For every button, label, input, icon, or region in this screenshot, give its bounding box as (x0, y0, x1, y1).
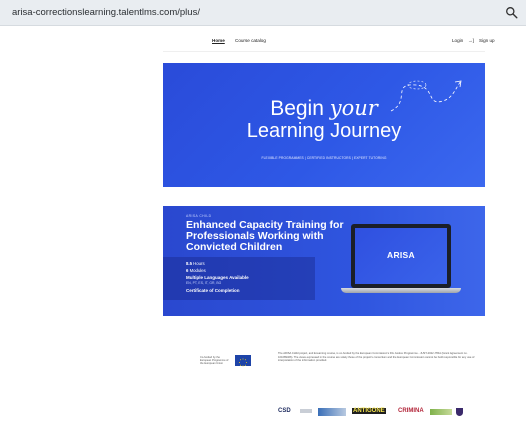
partner-antigone-logo: ANTIGONE (352, 408, 386, 414)
hero-tagline: FLEXIBLE PROGRAMMES | CERTIFIED INSTRUCT… (261, 156, 387, 160)
partner-crest-logo (456, 408, 463, 416)
course-card[interactable]: ARISA CHILD Enhanced Capacity Training f… (163, 206, 485, 316)
funding-disclaimer: The ARISA CHild project, and E-learning … (278, 352, 475, 363)
hero-banner[interactable]: Begin your Learning Journey FLEXIBLE PRO… (163, 63, 485, 187)
partner-crimina-logo: CRIMINA (398, 408, 424, 414)
course-hours: 8.5 Hours (186, 261, 205, 266)
nav-divider (163, 51, 485, 52)
login-icon[interactable]: →] (468, 38, 474, 43)
magnifier-icon[interactable] (505, 6, 518, 19)
arisa-logo: ARISA (387, 250, 415, 260)
browser-address-bar[interactable]: arisa-correctionslearning.talentlms.com/… (0, 0, 526, 26)
eu-cofunded-text: Co-funded by the European Programme of t… (200, 356, 229, 365)
hero-heading-line2: Learning Journey (246, 120, 402, 142)
partner-csd-logo: CSD (278, 408, 291, 414)
nav-signup-link[interactable]: Sign up (479, 38, 495, 43)
top-navigation: Home Course catalog Login →] Sign up (0, 32, 526, 50)
partner-logo-placeholder (300, 409, 312, 413)
course-title: Enhanced Capacity Training for Professio… (186, 219, 344, 253)
course-eyebrow: ARISA CHILD (186, 214, 212, 218)
nav-course-catalog-link[interactable]: Course catalog (235, 38, 266, 43)
hero-heading-line1: Begin your (270, 96, 378, 120)
laptop-image: ARISA (351, 224, 451, 288)
course-languages-list: EN, PT, ES, IT, GR, BG (186, 281, 222, 285)
partner-emblem-logo (318, 408, 346, 416)
laptop-base (341, 288, 461, 293)
nav-home-link[interactable]: Home (212, 38, 225, 43)
url-text[interactable]: arisa-correctionslearning.talentlms.com/… (12, 7, 200, 18)
nav-login-link[interactable]: Login (452, 38, 463, 43)
course-certificate: Certificate of Completion (186, 288, 240, 293)
eu-flag-icon (235, 355, 251, 367)
partner-green-logo (430, 409, 452, 415)
course-languages: Multiple Languages Available (186, 275, 249, 280)
course-modules: 6 Modules (186, 268, 206, 273)
